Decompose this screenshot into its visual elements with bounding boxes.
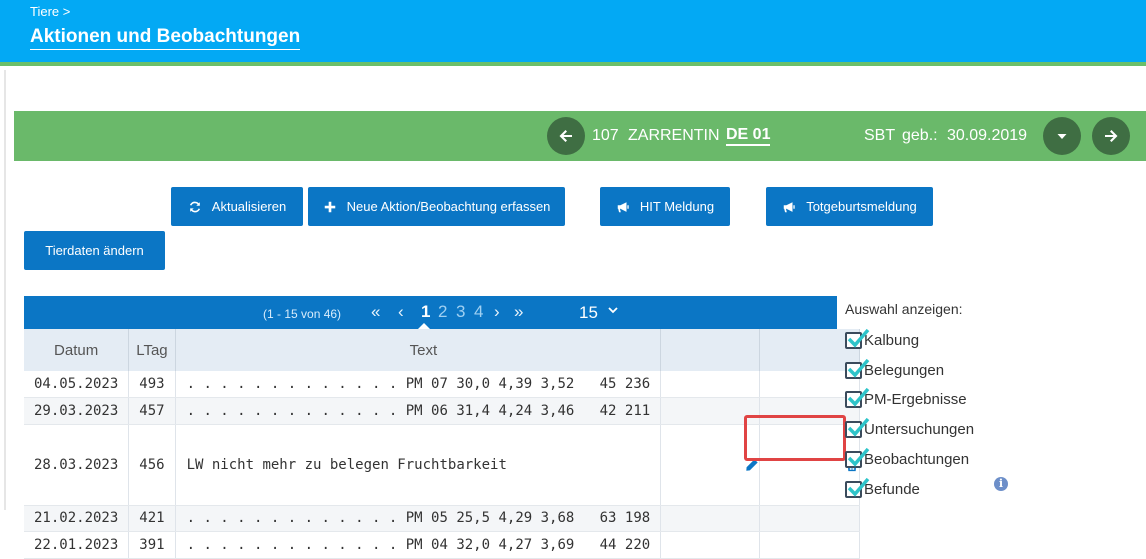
caret-down-icon xyxy=(1057,134,1067,139)
new-action-button-label: Neue Aktion/Beobachtung erfassen xyxy=(346,199,551,214)
animal-born-date: 30.09.2019 xyxy=(947,127,1028,144)
arrow-right-icon xyxy=(1105,130,1118,142)
previous-animal-button[interactable] xyxy=(547,117,585,155)
content-left-border xyxy=(4,70,6,510)
filter-panel-title: Auswahl anzeigen: xyxy=(845,301,963,317)
cell-date: 21.02.2023 xyxy=(24,505,130,533)
header-accent-line xyxy=(0,62,1146,66)
table-row[interactable]: 22.01.2023 391 . . . . . . . . . . . . .… xyxy=(24,531,860,559)
checkbox-checked-icon xyxy=(845,387,870,408)
animal-name: ZARRENTIN xyxy=(628,127,720,144)
chevron-down-icon[interactable] xyxy=(607,304,619,316)
column-header-date[interactable]: Datum xyxy=(24,329,130,371)
cell-delete-empty xyxy=(759,505,860,533)
animal-number: 107 xyxy=(592,127,619,144)
filter-checkbox-befunde[interactable]: Befunde xyxy=(845,477,920,500)
filter-checkbox-untersuchungen[interactable]: Untersuchungen xyxy=(845,417,975,440)
top-header: Tiere > Aktionen und Beobachtungen xyxy=(0,0,1146,62)
cell-ltag: 457 xyxy=(128,397,176,425)
refresh-button[interactable]: Aktualisieren xyxy=(171,187,303,226)
cell-ltag: 493 xyxy=(128,371,176,399)
megaphone-icon xyxy=(782,200,796,214)
page-link-3[interactable]: 3 xyxy=(456,302,465,322)
new-action-button[interactable]: Neue Aktion/Beobachtung erfassen xyxy=(308,187,565,226)
animal-ear-tag-link[interactable]: DE 01 xyxy=(726,127,771,146)
animal-details-dropdown-button[interactable] xyxy=(1043,117,1081,155)
cell-text: . . . . . . . . . . . . . PM 07 30,0 4,3… xyxy=(175,371,662,399)
cell-text: . . . . . . . . . . . . . PM 04 32,0 4,2… xyxy=(175,531,662,559)
next-animal-button[interactable] xyxy=(1092,117,1130,155)
next-page-icon[interactable]: › xyxy=(494,302,500,322)
table-row[interactable]: 29.03.2023 457 . . . . . . . . . . . . .… xyxy=(24,397,860,425)
page-title: Aktionen und Beobachtungen xyxy=(30,26,301,50)
cell-date: 04.05.2023 xyxy=(24,371,130,399)
filter-checkbox-belegungen[interactable]: Belegungen xyxy=(845,358,945,381)
filter-label: Befunde xyxy=(864,480,920,498)
page-link-1[interactable]: 1 xyxy=(421,302,430,322)
cell-date: 29.03.2023 xyxy=(24,397,130,425)
cell-ltag: 456 xyxy=(128,424,176,506)
table-row[interactable]: 04.05.2023 493 . . . . . . . . . . . . .… xyxy=(24,371,860,399)
cell-edit-empty xyxy=(660,531,761,559)
refresh-icon xyxy=(188,200,202,214)
filter-label: Beobachtungen xyxy=(864,450,970,468)
filter-label: Untersuchungen xyxy=(864,420,975,438)
filter-label: Belegungen xyxy=(864,361,945,379)
cell-date: 22.01.2023 xyxy=(24,531,130,559)
page-size-select[interactable]: 15 xyxy=(579,303,598,323)
cell-edit-empty xyxy=(660,371,761,399)
checkbox-checked-icon xyxy=(845,477,870,498)
cell-text: LW nicht mehr zu belegen Fruchtbarkeit xyxy=(175,424,662,506)
animal-breed: SBT xyxy=(864,127,896,144)
page-link-4[interactable]: 4 xyxy=(474,302,483,322)
stillbirth-report-button-label: Totgeburtsmeldung xyxy=(806,199,917,214)
actions-table: Datum LTag Text 04.05.2023 493 . . . . .… xyxy=(24,329,860,559)
animal-info-bar: 107 ZARRENTIN DE 01 SBT geb.: 30.09.2019 xyxy=(14,111,1146,161)
arrow-left-icon xyxy=(559,130,572,142)
filter-checkbox-kalbung[interactable]: Kalbung xyxy=(845,328,920,351)
previous-page-icon[interactable]: ‹ xyxy=(398,302,404,322)
cell-text: . . . . . . . . . . . . . PM 06 31,4 4,2… xyxy=(175,397,662,425)
edit-animal-data-button[interactable]: Tierdaten ändern xyxy=(24,231,165,270)
record-range: (1 - 15 von 46) xyxy=(263,307,342,321)
edit-row-button[interactable] xyxy=(660,424,761,506)
cell-text: . . . . . . . . . . . . . PM 05 25,5 4,2… xyxy=(175,505,662,533)
checkbox-checked-icon xyxy=(845,358,870,379)
table-row[interactable]: 21.02.2023 421 . . . . . . . . . . . . .… xyxy=(24,505,860,533)
info-icon[interactable]: i xyxy=(994,477,1008,491)
filter-checkbox-beobachtungen[interactable]: Beobachtungen xyxy=(845,447,970,470)
megaphone-icon xyxy=(616,200,630,214)
cell-date: 28.03.2023 xyxy=(24,424,130,506)
checkbox-checked-icon xyxy=(845,328,870,349)
hit-report-button[interactable]: HIT Meldung xyxy=(600,187,730,226)
hit-report-button-label: HIT Meldung xyxy=(639,199,715,214)
last-page-icon[interactable]: » xyxy=(514,302,523,322)
animal-born-label: geb.: xyxy=(902,127,938,144)
column-header-ltag[interactable]: LTag xyxy=(128,329,176,371)
table-row[interactable]: 28.03.2023 456 LW nicht mehr zu belegen … xyxy=(24,424,860,506)
cell-delete-empty xyxy=(759,531,860,559)
table-pager: (1 - 15 von 46) « ‹ 1 2 3 4 › » 15 xyxy=(24,296,837,329)
breadcrumb[interactable]: Tiere > xyxy=(30,4,70,19)
edit-animal-data-button-label: Tierdaten ändern xyxy=(45,243,144,258)
cell-edit-empty xyxy=(660,505,761,533)
cell-ltag: 421 xyxy=(128,505,176,533)
pencil-icon xyxy=(661,457,759,489)
cell-ltag: 391 xyxy=(128,531,176,559)
checkbox-checked-icon xyxy=(845,447,870,468)
first-page-icon[interactable]: « xyxy=(371,302,380,322)
filter-label: PM-Ergebnisse xyxy=(864,390,967,408)
filter-checkbox-pm-ergebnisse[interactable]: PM-Ergebnisse xyxy=(845,387,967,410)
column-header-text[interactable]: Text xyxy=(175,329,662,371)
cell-edit-empty xyxy=(660,397,761,425)
column-header-edit xyxy=(660,329,761,371)
stillbirth-report-button[interactable]: Totgeburtsmeldung xyxy=(766,187,933,226)
plus-icon xyxy=(323,200,337,214)
page-link-2[interactable]: 2 xyxy=(438,302,447,322)
filter-label: Kalbung xyxy=(864,331,920,349)
refresh-button-label: Aktualisieren xyxy=(211,199,287,214)
checkbox-checked-icon xyxy=(845,417,870,438)
